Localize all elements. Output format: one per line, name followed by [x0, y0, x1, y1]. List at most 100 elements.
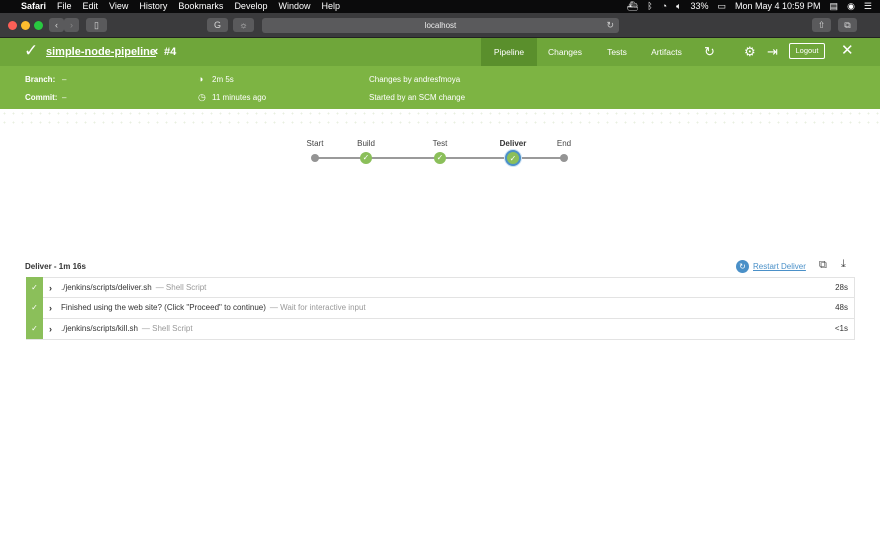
stage-label-end: End	[556, 139, 572, 148]
step-command: ./jenkins/scripts/deliver.sh	[61, 283, 152, 292]
reload-icon[interactable]: ↻	[606, 18, 614, 33]
branch-label: Branch:	[25, 75, 56, 84]
menu-view[interactable]: View	[109, 0, 128, 13]
siri-icon[interactable]: ◉	[847, 0, 855, 13]
chevron-right-icon[interactable]: ›	[49, 298, 52, 318]
battery-percent[interactable]: 33%	[690, 0, 708, 13]
commit-value: –	[62, 93, 67, 102]
address-bar[interactable]: localhost ↻	[262, 18, 619, 33]
step-row[interactable]: ✓ › ./jenkins/scripts/deliver.sh — Shell …	[26, 277, 855, 298]
restart-icon[interactable]: ↻	[736, 259, 749, 273]
run-number: #4	[164, 46, 177, 58]
step-duration: <1s	[834, 324, 848, 333]
header-pattern	[0, 109, 880, 129]
share-icon[interactable]: ⇧	[812, 18, 831, 32]
browser-toolbar: ‹ › ▯ G ☼ localhost ↻ ⇧ ⧉	[0, 13, 880, 38]
gear-icon[interactable]: ⚙	[744, 44, 756, 60]
menu-bookmarks[interactable]: Bookmarks	[178, 0, 223, 13]
pipeline-name-link[interactable]: simple-node-pipeline	[46, 46, 156, 58]
flag-icon[interactable]: ▤	[830, 0, 839, 13]
wifi-icon[interactable]: ◔	[662, 0, 667, 13]
menubar-right: ⛴ ᛒ ◔ 🔈︎ 33% ▭ Mon May 4 10:59 PM ▤ ◉ ☰	[627, 0, 872, 13]
menu-safari[interactable]: Safari	[21, 0, 46, 13]
step-type: — Shell Script	[155, 283, 207, 292]
start-node	[311, 154, 319, 162]
build-success-check-icon[interactable]: ✓	[360, 152, 372, 164]
volume-icon[interactable]: 🔈︎	[676, 0, 681, 13]
url-text: localhost	[424, 21, 457, 30]
sidebar-toggle-icon[interactable]: ▯	[86, 18, 107, 32]
exit-icon[interactable]: ⇥	[767, 44, 778, 60]
tab-pipeline[interactable]: Pipeline	[481, 38, 537, 66]
success-check-icon: ✓	[26, 277, 43, 298]
tab-artifacts[interactable]: Artifacts	[643, 38, 690, 66]
menu-edit[interactable]: Edit	[83, 0, 99, 13]
commit-label: Commit:	[25, 93, 58, 102]
restart-stage-label[interactable]: Restart Deliver	[753, 262, 806, 271]
pipeline-graph: Start Build Test Deliver End ✓ ✓ ✓	[0, 129, 880, 189]
menu-help[interactable]: Help	[321, 0, 340, 13]
success-check-icon: ✓	[26, 297, 43, 318]
duration-icon: ◑	[198, 74, 204, 84]
restart-stage-link[interactable]: ↻ Restart Deliver	[736, 259, 806, 273]
clock[interactable]: Mon May 4 10:59 PM	[735, 0, 821, 13]
stage-label-build[interactable]: Build	[357, 139, 375, 148]
window-minimize-button[interactable]	[21, 21, 30, 30]
download-icon[interactable]: ⤓	[841, 258, 846, 271]
close-icon[interactable]: ✕	[841, 43, 854, 59]
window-close-button[interactable]	[8, 21, 17, 30]
menu-history[interactable]: History	[139, 0, 167, 13]
tab-changes[interactable]: Changes	[540, 38, 590, 66]
menu-window[interactable]: Window	[278, 0, 310, 13]
step-command: Finished using the web site? (Click "Pro…	[61, 303, 266, 312]
stage-detail-title: Deliver - 1m 16s	[25, 262, 86, 271]
end-node	[560, 154, 568, 162]
forward-button[interactable]: ›	[64, 18, 79, 32]
step-row[interactable]: ✓ › Finished using the web site? (Click …	[26, 297, 855, 319]
clock-icon: ◷	[198, 92, 206, 102]
jenkins-run-header: ✓ simple-node-pipeline ‹ #4 Pipeline Cha…	[0, 38, 880, 66]
chevron-right-icon[interactable]: ›	[49, 278, 52, 298]
docker-icon[interactable]: ⛴	[627, 0, 638, 13]
step-name: ./jenkins/scripts/kill.sh — Shell Script	[61, 319, 193, 339]
started-by: Started by an SCM change	[369, 93, 466, 102]
run-info-bar: Branch: – Commit: – ◑ 2m 5s ◷ 11 minutes…	[0, 66, 880, 109]
bluetooth-icon[interactable]: ᛒ	[647, 0, 652, 13]
grammarly-extension-icon[interactable]: G	[207, 18, 228, 32]
deliver-success-check-icon[interactable]: ✓	[505, 150, 521, 166]
logout-button[interactable]: Logout	[789, 43, 825, 59]
show-tabs-icon[interactable]: ⧉	[838, 18, 857, 32]
branch-value: –	[62, 75, 67, 84]
window-zoom-button[interactable]	[34, 21, 43, 30]
menubar-left: Safari File Edit View History Bookmarks …	[10, 0, 351, 13]
notification-center-icon[interactable]: ☰	[864, 0, 872, 13]
menu-file[interactable]: File	[57, 0, 72, 13]
test-success-check-icon[interactable]: ✓	[434, 152, 446, 164]
stage-label-deliver[interactable]: Deliver	[500, 139, 527, 148]
success-check-icon: ✓	[26, 318, 43, 339]
step-type: — Shell Script	[141, 324, 193, 333]
tab-tests[interactable]: Tests	[600, 38, 634, 66]
success-check-icon: ✓	[24, 41, 39, 60]
battery-icon[interactable]: ▭	[717, 0, 726, 13]
stage-label-test[interactable]: Test	[433, 139, 448, 148]
open-in-new-icon[interactable]: ⧉	[819, 259, 827, 272]
chevron-left-icon[interactable]: ‹	[154, 43, 158, 58]
replay-icon[interactable]: ↻	[704, 44, 715, 60]
step-row[interactable]: ✓ › ./jenkins/scripts/kill.sh — Shell Scr…	[26, 318, 855, 340]
macos-menubar: Safari File Edit View History Bookmarks …	[0, 0, 880, 13]
menu-develop[interactable]: Develop	[234, 0, 267, 13]
step-duration: 48s	[835, 303, 848, 312]
sun-extension-icon[interactable]: ☼	[233, 18, 254, 32]
step-name: Finished using the web site? (Click "Pro…	[61, 298, 366, 318]
step-list: ✓ › ./jenkins/scripts/deliver.sh — Shell …	[26, 277, 855, 340]
duration-value: 2m 5s	[212, 75, 234, 84]
step-type: — Wait for interactive input	[269, 303, 366, 312]
step-duration: 28s	[835, 283, 848, 292]
back-button[interactable]: ‹	[49, 18, 64, 32]
started-ago: 11 minutes ago	[212, 93, 267, 102]
chevron-right-icon[interactable]: ›	[49, 319, 52, 339]
step-command: ./jenkins/scripts/kill.sh	[61, 324, 138, 333]
changes-by: Changes by andresfmoya	[369, 75, 461, 84]
stage-label-start: Start	[306, 139, 324, 148]
